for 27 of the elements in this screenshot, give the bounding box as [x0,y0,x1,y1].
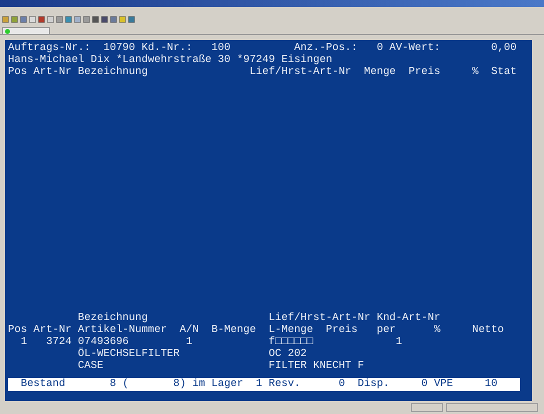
square-icon[interactable] [11,16,18,23]
status-pane [411,403,443,412]
terminal-line: 1 3724 07493696 1 f□□□□□□ 1 [20,336,404,348]
square-icon[interactable] [74,16,81,23]
square-icon[interactable] [38,16,45,23]
terminal-line: Bezeichnung Lief/Hrst-Art-Nr Knd-Art-Nr [76,312,442,324]
terminal-line: Hans-Michael Dix *Landwehrstraße 30 *97249 Eisingen [8,54,334,66]
square-icon[interactable] [65,16,72,23]
square-icon[interactable] [29,16,36,23]
terminal-line: Auftrags-Nr.: 10790 Kd.-Nr.: 100 Anz.-Pos.: 0 AV-Wert: 0,00 [8,42,518,54]
square-icon[interactable] [56,16,63,23]
terminal-line: CASE FILTER KNECHT F [76,360,366,372]
stock-bar: Bestand 8 ( 8) im Lager 1 Resv. 0 Disp. 0 VPE 10 [8,378,520,391]
square-icon[interactable] [20,16,27,23]
square-icon[interactable] [92,16,99,23]
square-icon[interactable] [47,16,54,23]
terminal-line: Pos Art-Nr Artikel-Nummer A/N B-Menge L-Menge Preis per % Netto [8,324,505,336]
session-tab[interactable] [2,27,50,34]
square-icon[interactable] [2,16,9,23]
square-icon[interactable] [83,16,90,23]
square-icon[interactable] [101,16,108,23]
terminal-line: ÖL-WECHSELFILTER OC 202 [76,348,308,360]
square-icon[interactable] [128,16,135,23]
terminal-line: Pos Art-Nr Bezeichnung Lief/Hrst-Art-Nr Menge Preis % Stat [8,66,518,78]
status-dot-icon [5,28,10,34]
square-icon[interactable] [119,16,126,23]
square-icon[interactable] [110,16,117,23]
